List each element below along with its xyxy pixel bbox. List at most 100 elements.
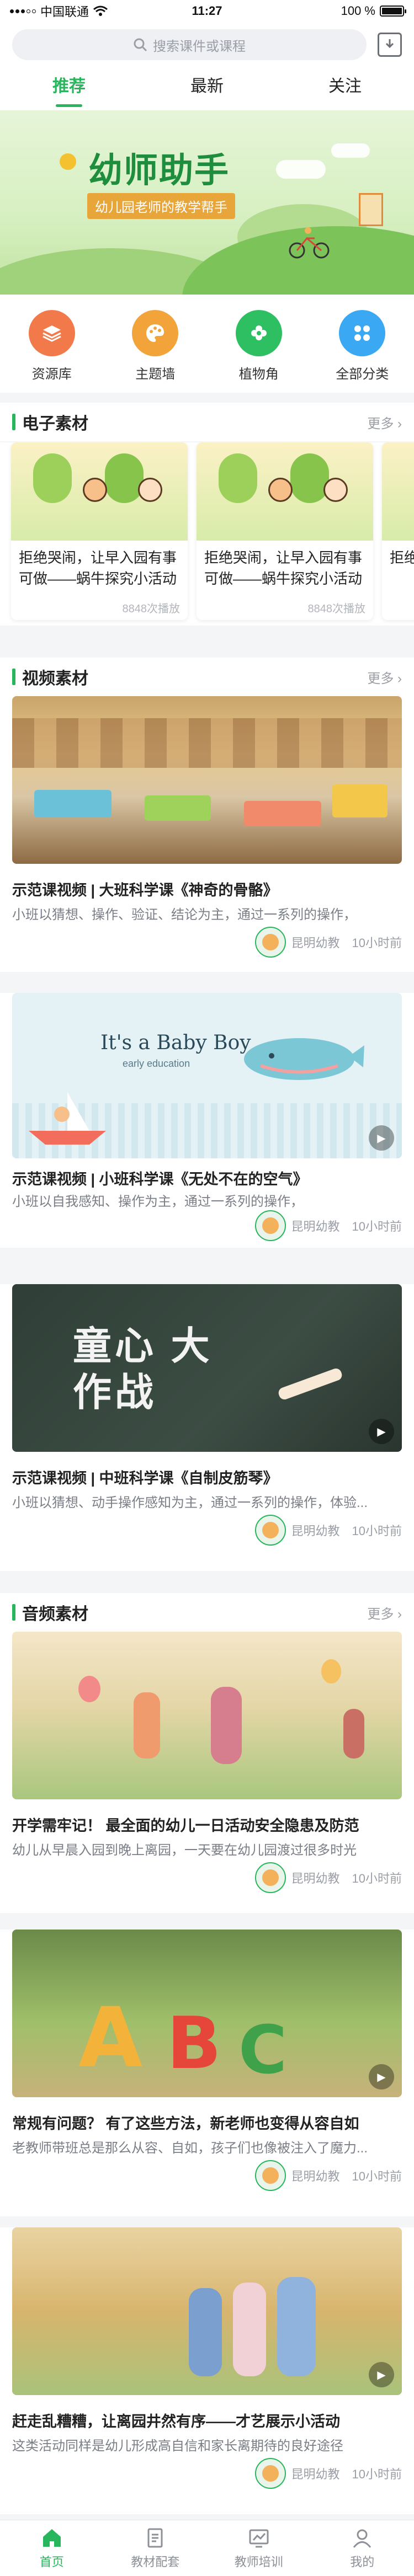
avatar — [254, 927, 286, 958]
video-title: 示范课视频 | 大班科学课《神奇的骨骼》 — [12, 882, 278, 899]
download-icon — [385, 39, 394, 49]
electronic-material-list: 拒绝哭闹，让早入园有事可做——蜗牛探究小活动 8848次播放 拒绝哭闹，让早入园… — [0, 442, 414, 626]
nav-home[interactable]: 首页 — [0, 2520, 104, 2576]
play-icon[interactable]: ▶ — [369, 2362, 394, 2387]
audio-title: 赶走乱糟糟，让离园井然有序——才艺展示小活动 — [12, 2413, 340, 2430]
play-icon[interactable]: ▶ — [369, 1125, 394, 1151]
material-thumbnail — [382, 442, 414, 541]
post-time: 10小时前 — [352, 2467, 402, 2481]
nav-label: 我的 — [350, 2554, 375, 2569]
more-label: 更多 — [367, 1606, 394, 1622]
post-time: 10小时前 — [352, 1220, 402, 1233]
audio-thumbnail — [12, 1632, 402, 1799]
audio-card[interactable]: ▶ 赶走乱糟糟，让离园井然有序——才艺展示小活动 这类活动同样是幼儿形成高自信和… — [0, 2227, 414, 2514]
more-link[interactable]: 更多 › — [367, 413, 402, 432]
post-time: 10小时前 — [352, 1872, 402, 1885]
material-title: 拒绝 — [390, 549, 414, 566]
banner[interactable]: 幼师助手 幼儿园老师的教学帮手 — [0, 110, 414, 295]
author-info: 昆明幼教 10小时前 — [254, 1515, 402, 1546]
post-time: 10小时前 — [352, 1524, 402, 1538]
category-plant-corner[interactable]: 植物角 — [207, 310, 311, 393]
audio-card[interactable]: A B C ▶ 常规有问题？ 有了这些方法，新老师也变得从容自如 老教师带班总是… — [0, 1930, 414, 2216]
audio-desc: 这类活动同样是幼儿形成高自信和家长离期待的良好途径 — [12, 2439, 343, 2454]
section-title: 电子素材 — [22, 415, 88, 433]
video-card[interactable]: It's a Baby Boy early education ▶ 示范课视频 … — [0, 993, 414, 1248]
video-card[interactable]: 童心 大作战 ▶ 示范课视频 | 中班科学课《自制皮筋琴》 小班以猜想、动手操作… — [0, 1284, 414, 1571]
nav-label: 首页 — [39, 2554, 64, 2569]
letter-c-block: C — [238, 2012, 288, 2089]
status-left: 中国联通 — [10, 2, 153, 20]
nav-textbook[interactable]: 教材配套 — [104, 2520, 208, 2576]
play-icon[interactable]: ▶ — [369, 1419, 394, 1444]
battery-icon — [380, 6, 406, 17]
more-label: 更多 — [367, 416, 394, 431]
category-resources[interactable]: 资源库 — [0, 310, 104, 393]
more-link[interactable]: 更多 › — [367, 667, 402, 687]
battery-label: 100 % — [341, 4, 375, 18]
tab-follow[interactable]: 关注 — [276, 67, 414, 110]
nav-label: 教材配套 — [131, 2554, 180, 2569]
flower-icon — [235, 310, 282, 356]
download-button[interactable] — [378, 33, 402, 57]
avatar — [254, 2160, 286, 2191]
material-thumbnail — [197, 442, 373, 541]
avatar — [254, 2458, 286, 2489]
author-info: 昆明幼教 10小时前 — [254, 2458, 402, 2489]
section-header-electronic: 电子素材 更多 › — [0, 403, 414, 441]
nav-training[interactable]: 教师培训 — [207, 2520, 311, 2576]
author-info: 昆明幼教 10小时前 — [254, 1210, 402, 1241]
audio-title: 常规有问题？ 有了这些方法，新老师也变得从容自如 — [12, 2115, 359, 2132]
video-desc: 小班以自我感知、操作为主，通过一系列的操作， — [12, 1194, 304, 1209]
banner-title: 幼师助手 — [88, 152, 230, 190]
author-name: 昆明幼教 — [291, 1220, 340, 1233]
material-card[interactable]: 拒绝哭闹，让早入园有事可做——蜗牛探究小活动 8848次播放 — [11, 442, 188, 620]
nav-profile[interactable]: 我的 — [311, 2520, 414, 2576]
video-thumbnail — [12, 696, 402, 864]
avatar — [254, 1515, 286, 1546]
audio-card[interactable]: 开学需牢记！ 最全面的幼儿一日活动安全隐患及防范 幼儿从早晨入园到晚上离园，一天… — [0, 1632, 414, 1913]
category-all[interactable]: 全部分类 — [311, 310, 414, 393]
video-thumbnail: 童心 大作战 ▶ — [12, 1284, 402, 1452]
material-thumbnail — [11, 442, 188, 541]
banner-subtitle: 幼儿园老师的教学帮手 — [87, 193, 235, 219]
bicycle-icon — [289, 227, 330, 259]
category-theme-wall[interactable]: 主题墙 — [104, 310, 208, 393]
category-grid: 资源库 主题墙 植物角 全部分类 — [0, 295, 414, 393]
tab-latest[interactable]: 最新 — [138, 67, 276, 110]
chart-board-icon — [249, 2529, 269, 2547]
section-title: 视频素材 — [22, 670, 88, 688]
more-link[interactable]: 更多 › — [367, 1603, 402, 1622]
video-title: 示范课视频 | 小班科学课《无处不在的空气》 — [12, 1171, 308, 1188]
search-placeholder: 搜索课件或课程 — [153, 39, 246, 54]
search-row: 搜索课件或课程 — [0, 22, 414, 67]
audio-title: 开学需牢记！ 最全面的幼儿一日活动安全隐患及防范 — [12, 1818, 359, 1834]
avatar — [254, 1210, 286, 1241]
wifi-icon — [93, 6, 108, 16]
book-icon — [147, 2528, 163, 2547]
category-label: 全部分类 — [336, 367, 389, 382]
status-right: 100 % — [261, 4, 406, 18]
video-card[interactable]: 示范课视频 | 大班科学课《神奇的骨骼》 小班以猜想、操作、验证、结论为主，通过… — [0, 696, 414, 972]
paper-boat-illustration — [29, 1092, 106, 1145]
author-name: 昆明幼教 — [291, 2467, 340, 2481]
search-input[interactable]: 搜索课件或课程 — [12, 29, 367, 60]
section-header-video: 视频素材 更多 › — [0, 658, 414, 696]
post-time: 10小时前 — [352, 2169, 402, 2183]
audio-thumbnail: ▶ — [12, 2227, 402, 2395]
more-label: 更多 — [367, 671, 394, 686]
material-card[interactable]: 拒绝哭闹，让早入园有事可做——蜗牛探究小活动 8848次播放 — [197, 442, 373, 620]
chevron-right-icon: › — [397, 671, 402, 686]
tab-recommend[interactable]: 推荐 — [0, 67, 138, 110]
chevron-right-icon: › — [397, 416, 402, 431]
letter-b-block: B — [167, 2001, 222, 2085]
category-label: 植物角 — [238, 367, 279, 382]
status-time: 11:27 — [192, 4, 222, 18]
signal-icon — [10, 9, 36, 13]
status-bar: 中国联通 11:27 100 % — [0, 0, 414, 22]
section-accent-bar — [12, 1604, 15, 1621]
play-icon[interactable]: ▶ — [369, 2064, 394, 2089]
grid-icon — [339, 310, 386, 356]
material-plays: 8848次播放 — [122, 603, 181, 615]
video-thumbnail: It's a Baby Boy early education ▶ — [12, 993, 402, 1158]
material-card[interactable]: 拒绝 — [382, 442, 414, 620]
